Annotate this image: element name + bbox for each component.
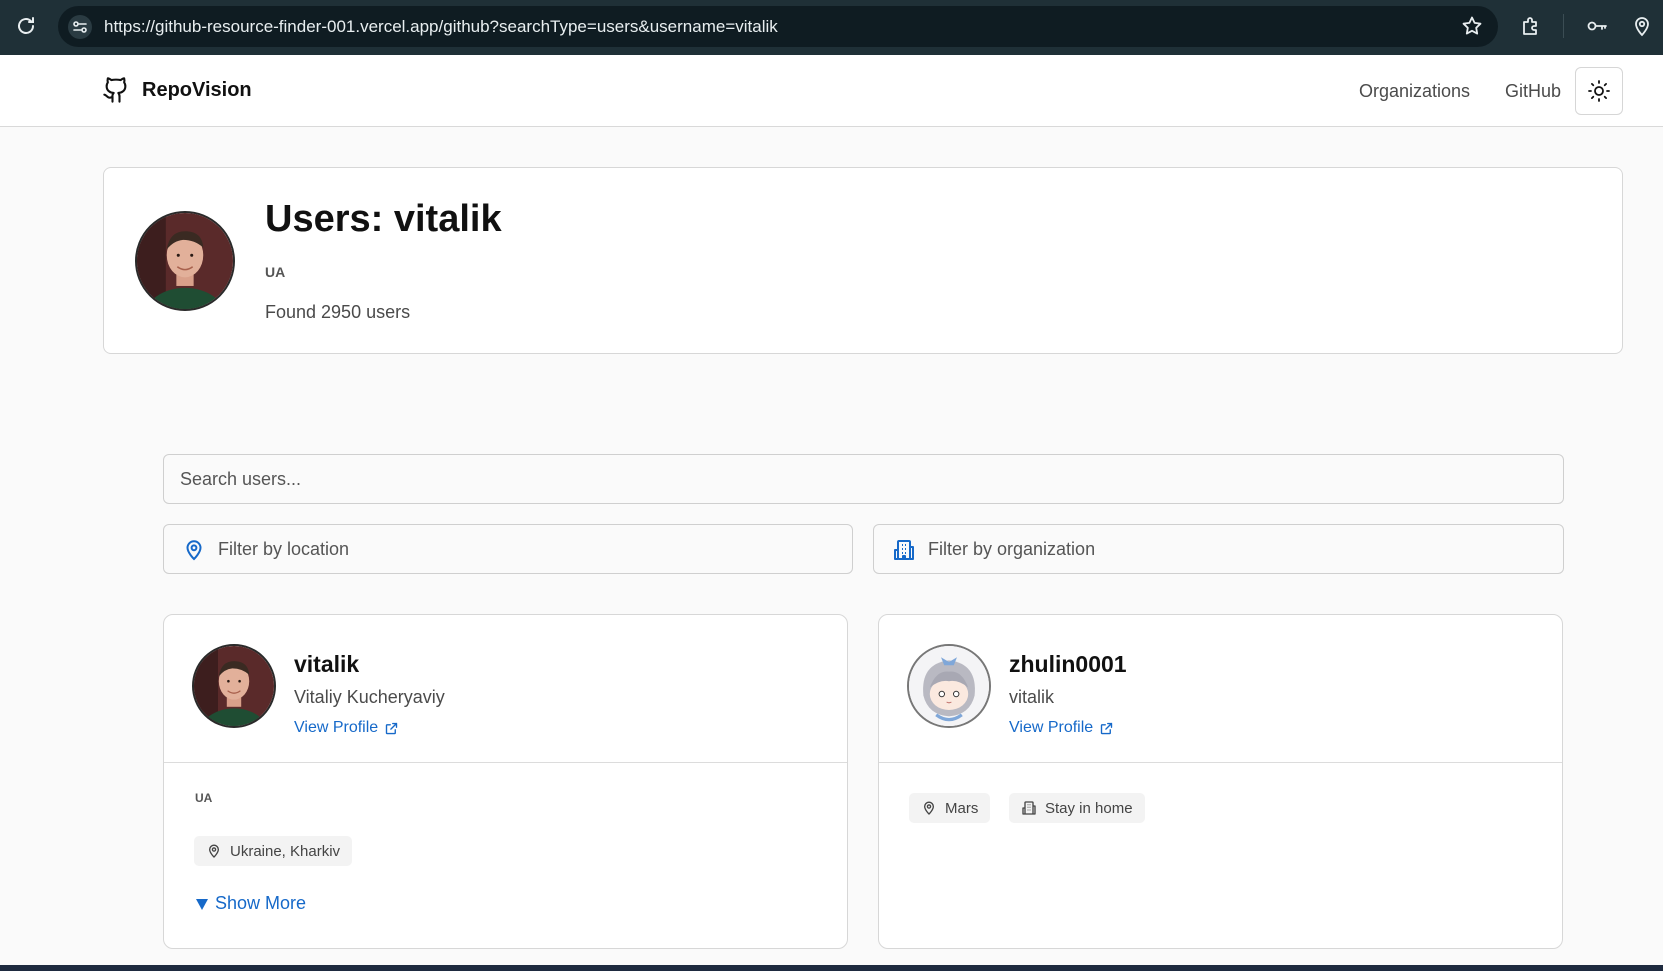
brand-name: RepoVision — [142, 78, 252, 101]
location-pin-icon[interactable] — [1630, 14, 1654, 38]
user-card: vitalik Vitaliy Kucheryaviy View Profile… — [163, 614, 848, 949]
building-icon — [894, 540, 914, 560]
location-filter-input[interactable] — [218, 525, 836, 573]
location-chip: Ukraine, Kharkiv — [194, 836, 353, 866]
url-text[interactable]: https://github-resource-finder-001.verce… — [104, 6, 778, 47]
company-chip: Stay in home — [1009, 793, 1145, 823]
site-settings-icon[interactable] — [68, 15, 92, 39]
brand-logo-link[interactable]: RepoVision — [102, 75, 252, 105]
location-text: Mars — [945, 799, 979, 817]
user-card-header: vitalik Vitaliy Kucheryaviy View Profile — [164, 615, 847, 763]
view-profile-link[interactable]: View Profile — [1009, 719, 1114, 737]
extensions-icon[interactable] — [1519, 14, 1543, 38]
user-card-header: zhulin0001 vitalik View Profile — [879, 615, 1562, 763]
address-bar[interactable]: https://github-resource-finder-001.verce… — [58, 6, 1498, 47]
user-card: zhulin0001 vitalik View Profile Mars Sta… — [878, 614, 1563, 949]
search-summary-card: Users: vitalik UA Found 2950 users — [103, 167, 1623, 354]
view-profile-label: View Profile — [294, 719, 379, 736]
organization-filter-input[interactable] — [928, 525, 1547, 573]
map-pin-icon — [208, 844, 220, 858]
sun-icon — [1588, 80, 1610, 102]
github-icon — [103, 77, 127, 103]
user-full-name: vitalik — [1009, 687, 1055, 707]
location-text: Ukraine, Kharkiv — [230, 842, 341, 860]
password-key-icon[interactable] — [1585, 14, 1609, 38]
nav-github-link[interactable]: GitHub — [1505, 81, 1561, 102]
building-icon — [1022, 801, 1036, 815]
country-code: UA — [195, 791, 213, 805]
view-profile-label: View Profile — [1009, 719, 1094, 736]
user-full-name: Vitaliy Kucheryaviy — [294, 687, 445, 707]
country-code: UA — [265, 264, 286, 280]
location-chip: Mars — [909, 793, 991, 823]
theme-toggle-button[interactable] — [1575, 67, 1623, 115]
view-profile-link[interactable]: View Profile — [294, 719, 399, 737]
user-login: vitalik — [294, 651, 360, 677]
organization-filter[interactable] — [873, 524, 1564, 574]
bookmark-star-icon[interactable] — [1460, 14, 1484, 38]
search-input[interactable] — [163, 454, 1564, 504]
show-more-button[interactable]: Show More — [195, 893, 306, 914]
app-header: RepoVision Organizations GitHub — [0, 55, 1663, 127]
bottom-edge-strip — [0, 965, 1663, 971]
browser-toolbar: https://github-resource-finder-001.verce… — [0, 0, 1663, 55]
company-text: Stay in home — [1045, 799, 1133, 817]
avatar[interactable] — [907, 644, 991, 728]
location-filter[interactable] — [163, 524, 853, 574]
external-link-icon — [386, 722, 398, 734]
avatar — [135, 211, 235, 311]
user-login: zhulin0001 — [1009, 651, 1127, 677]
toolbar-separator — [1563, 14, 1564, 38]
reload-icon[interactable] — [14, 14, 38, 38]
nav-organizations-link[interactable]: Organizations — [1359, 81, 1470, 102]
page-title: Users: vitalik — [265, 198, 502, 240]
map-pin-icon — [186, 540, 202, 561]
show-more-label: Show More — [215, 893, 307, 913]
avatar[interactable] — [192, 644, 276, 728]
external-link-icon — [1101, 722, 1113, 734]
triangle-down-icon — [196, 898, 208, 910]
results-count: Found 2950 users — [265, 302, 411, 322]
map-pin-icon — [923, 801, 935, 815]
